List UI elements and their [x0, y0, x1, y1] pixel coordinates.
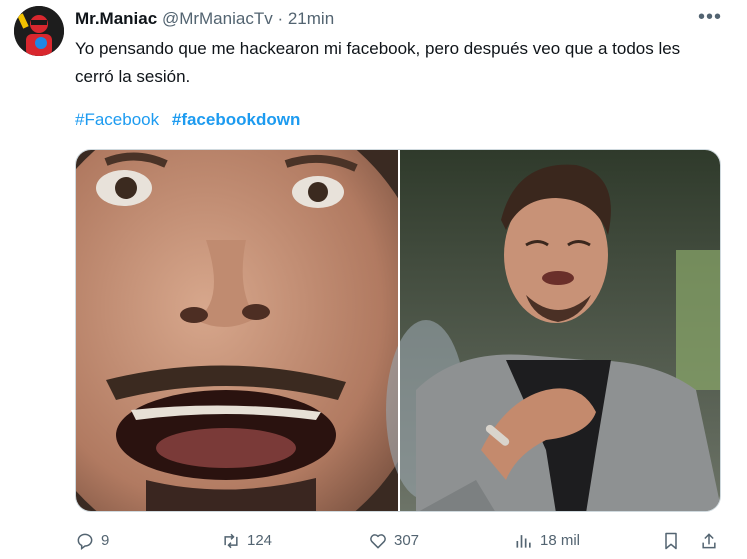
- views-button[interactable]: 18 mil: [514, 528, 580, 554]
- avatar[interactable]: [14, 6, 64, 56]
- avatar-image: [14, 6, 64, 56]
- meme-image: [76, 150, 720, 511]
- views-icon: [516, 535, 531, 548]
- reply-icon: [77, 533, 93, 550]
- like-count: 307: [394, 532, 420, 549]
- reply-button[interactable]: 9: [75, 528, 109, 554]
- tweet-media[interactable]: [75, 149, 721, 512]
- share-button[interactable]: [699, 528, 725, 554]
- hashtags: #Facebook #facebookdown: [75, 108, 308, 132]
- hashtag-facebookdown[interactable]: #facebookdown: [172, 110, 300, 129]
- tweet-text: Yo pensando que me hackearon mi facebook…: [75, 39, 681, 86]
- tweet-header: Mr.Maniac @MrManiacTv · 21min: [75, 8, 334, 30]
- action-bar: 9 124 307 18 mil: [75, 528, 725, 554]
- like-button[interactable]: 307: [368, 528, 419, 554]
- tweet-time[interactable]: 21min: [288, 9, 334, 28]
- author-handle[interactable]: @MrManiacTv: [162, 9, 273, 28]
- right-panel-relieved-man: [386, 150, 720, 511]
- retweet-button[interactable]: 124: [221, 528, 272, 554]
- separator-dot: ·: [277, 9, 284, 28]
- like-icon: [370, 534, 386, 549]
- share-icon: [702, 533, 716, 549]
- bookmark-icon: [665, 532, 677, 550]
- views-count: 18 mil: [540, 532, 581, 549]
- bookmark-button[interactable]: [661, 528, 687, 554]
- retweet-count: 124: [247, 532, 273, 549]
- hashtag-facebook[interactable]: #Facebook: [75, 110, 159, 129]
- left-panel-shocked-face: [76, 150, 436, 511]
- author-name[interactable]: Mr.Maniac: [75, 9, 157, 28]
- retweet-icon: [224, 533, 238, 549]
- reply-count: 9: [101, 532, 110, 549]
- more-icon[interactable]: •••: [695, 6, 725, 30]
